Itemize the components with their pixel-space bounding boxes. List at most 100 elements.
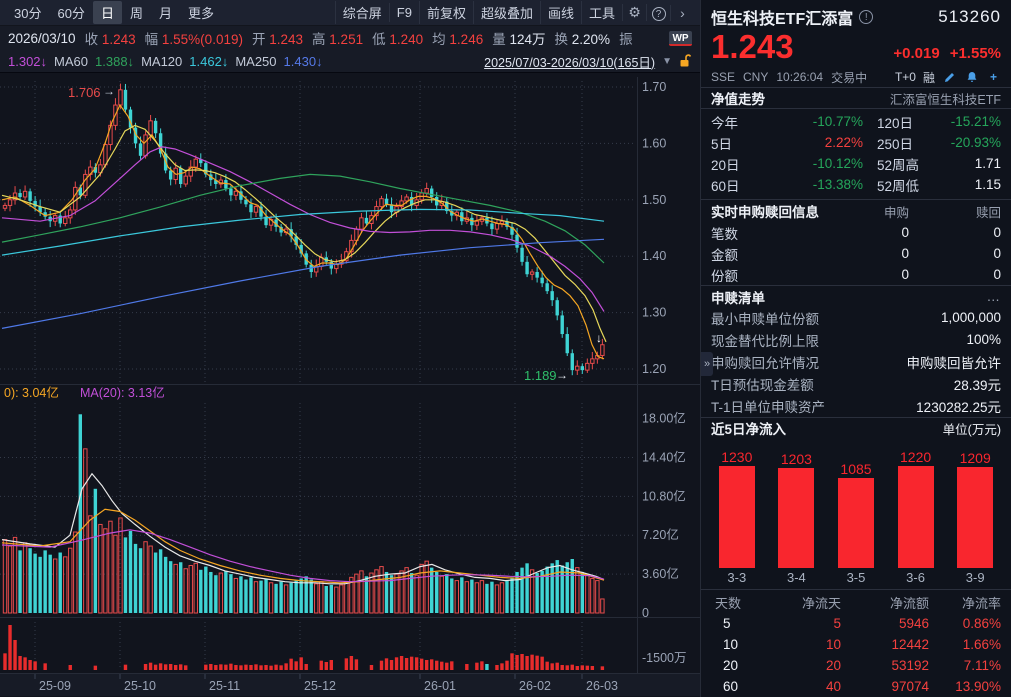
pcf-more-button[interactable]: … <box>987 289 1002 304</box>
svg-text:25-11: 25-11 <box>209 679 240 693</box>
svg-text:1.40: 1.40 <box>642 249 666 263</box>
help-icon[interactable]: ? <box>646 4 670 21</box>
gear-icon[interactable]: ⚙ <box>622 4 646 21</box>
svg-text:14.40亿: 14.40亿 <box>642 449 686 464</box>
svg-text:MA(20): 3.13亿: MA(20): 3.13亿 <box>80 385 165 400</box>
pcf-min-unit: 最小申赎单位份额1,000,000 <box>711 307 1001 329</box>
svg-text:-1500万: -1500万 <box>642 651 686 665</box>
margin-badge: 融 <box>923 69 935 86</box>
svg-text:1.60: 1.60 <box>642 136 666 150</box>
quote-time: 10:26:04 <box>776 70 823 84</box>
svg-text:26-02: 26-02 <box>519 679 551 693</box>
period-more[interactable]: 更多 <box>180 1 222 24</box>
ma250-label: MA250 <box>235 54 276 69</box>
quote-turnover: 换 2.20% <box>555 28 611 48</box>
svg-text:1.70: 1.70 <box>642 80 666 94</box>
quote-panel: » 恒生科技ETF汇添富 ! 513260 1.243 +0.019+1.55%… <box>700 0 1011 697</box>
table-row: 1010124421.66% <box>711 634 1001 655</box>
wp-badge[interactable]: WP <box>669 31 692 46</box>
pcf-allow-status: 申购赎回允许情况申购赎回皆允许 <box>711 351 1001 373</box>
flow5-bar <box>898 466 934 568</box>
ma60-value: 1.388↓ <box>95 54 134 69</box>
rt-row-amount: 金额00 <box>711 243 1001 264</box>
svg-text:26-03: 26-03 <box>586 679 618 693</box>
market-status: 交易中 <box>831 69 867 86</box>
ma60-label: MA60 <box>54 54 88 69</box>
rt-col-subscribe: 申购 <box>833 202 909 221</box>
panel-header: 恒生科技ETF汇添富 ! 513260 1.243 +0.019+1.55% S… <box>701 0 1011 87</box>
pcf-header: 申赎清单 … <box>701 286 1011 306</box>
chart-column: 30分 60分 日 周 月 更多 综合屏 F9 前复权 超级叠加 画线 工具 ⚙… <box>0 0 700 697</box>
flow5-unit: 单位(万元) <box>943 419 1001 438</box>
tool-composite-screen[interactable]: 综合屏 <box>335 1 389 24</box>
table-row: 60409707413.90% <box>711 676 1001 697</box>
pcf-unit-asset: T-1日单位申赎资产1230282.25元 <box>711 395 1001 417</box>
dropdown-arrow-icon[interactable]: ▼ <box>662 56 672 67</box>
svg-text:1.30: 1.30 <box>642 306 666 320</box>
net-flow-table: 天数净流天净流额净流率 5559460.86% 1010124421.66% 2… <box>701 590 1011 697</box>
chevron-right-icon[interactable]: › <box>670 5 694 21</box>
svg-text:1.706: 1.706 <box>68 85 101 100</box>
edit-pencil-icon[interactable] <box>942 70 957 85</box>
quote-bar: 2026/03/10 收 1.243 幅 1.55%(0.019) 开 1.24… <box>0 26 700 50</box>
rt-row-shares: 份额00 <box>711 264 1001 285</box>
quote-volume: 量 124万 <box>492 28 545 48</box>
ma250-value: 1.430↓ <box>284 54 323 69</box>
svg-text:7.20亿: 7.20亿 <box>642 527 679 542</box>
svg-text:→: → <box>556 368 568 382</box>
svg-text:25-09: 25-09 <box>39 679 71 693</box>
nav-trend-title: 净值走势 <box>711 88 765 108</box>
instrument-code: 513260 <box>938 7 1001 27</box>
tool-tools[interactable]: 工具 <box>581 1 622 24</box>
svg-text:25-12: 25-12 <box>304 679 336 693</box>
panel-expand-icon[interactable]: » <box>701 352 713 376</box>
tool-draw-line[interactable]: 画线 <box>540 1 581 24</box>
period-toolbar: 30分 60分 日 周 月 更多 综合屏 F9 前复权 超级叠加 画线 工具 ⚙… <box>0 0 700 26</box>
period-60min[interactable]: 60分 <box>49 1 92 24</box>
trading-terminal: 30分 60分 日 周 月 更多 综合屏 F9 前复权 超级叠加 画线 工具 ⚙… <box>0 0 1011 697</box>
tool-forward-adjust[interactable]: 前复权 <box>419 1 473 24</box>
exchange-label: SSE <box>711 70 735 84</box>
price-change: +0.019+1.55% <box>883 45 1001 62</box>
quote-amplitude: 幅 1.55%(0.019) <box>145 28 243 48</box>
pcf-est-cash-diff: T日预估现金差额28.39元 <box>711 373 1001 395</box>
currency-label: CNY <box>743 70 768 84</box>
tool-f9[interactable]: F9 <box>389 3 419 22</box>
period-30min[interactable]: 30分 <box>6 1 49 24</box>
flow5-dates: 3-33-43-53-63-9 <box>701 568 1011 589</box>
svg-text:1.189: 1.189 <box>524 368 557 383</box>
period-day[interactable]: 日 <box>93 1 122 24</box>
date-range-selector[interactable]: 2025/07/03-2026/03/10(165日) <box>484 52 655 71</box>
flow5-title: 近5日净流入 <box>711 418 786 438</box>
alert-bell-icon[interactable] <box>964 70 979 85</box>
flow5-bar <box>778 468 814 568</box>
rt-row-count: 笔数00 <box>711 222 1001 243</box>
svg-text:0): 3.04亿: 0): 3.04亿 <box>4 385 59 400</box>
performance-stats: 今年-10.77%120日-15.21% 5日2.22%250日-20.93% … <box>701 109 1011 199</box>
info-icon[interactable]: ! <box>859 10 873 24</box>
period-month[interactable]: 月 <box>151 1 180 24</box>
quote-date: 2026/03/10 <box>8 31 76 46</box>
lock-open-icon[interactable] <box>679 54 692 68</box>
t0-badge: T+0 <box>895 70 916 84</box>
tool-super-overlay[interactable]: 超级叠加 <box>473 1 540 24</box>
ma120-label: MA120 <box>141 54 182 69</box>
rt-title: 实时申购赎回信息 <box>711 201 833 221</box>
quote-close: 收 1.243 <box>85 28 136 48</box>
table-row: 2020531927.11% <box>711 655 1001 676</box>
svg-text:18.00亿: 18.00亿 <box>642 411 686 426</box>
add-plus-icon[interactable]: + <box>986 70 1001 85</box>
flow5-bar <box>719 466 755 569</box>
pcf-list: 最小申赎单位份额1,000,000 现金替代比例上限100% 申购赎回允许情况申… <box>701 307 1011 417</box>
quote-swing-label: 振 <box>619 28 633 48</box>
svg-text:3.60亿: 3.60亿 <box>642 566 679 581</box>
period-week[interactable]: 周 <box>122 1 151 24</box>
svg-text:1.50: 1.50 <box>642 193 666 207</box>
quote-high: 高 1.251 <box>312 28 363 48</box>
ma30-value: 1.302↓ <box>8 54 47 69</box>
flow5-bar-chart: 1230 1203 1085 1220 1209 <box>701 438 1011 568</box>
quote-low: 低 1.240 <box>372 28 423 48</box>
kline-chart-canvas[interactable]: 1.701.601.501.401.301.2018.00亿14.40亿10.8… <box>0 73 700 696</box>
flow5-bar <box>838 478 874 568</box>
flow5-bar <box>957 467 993 568</box>
